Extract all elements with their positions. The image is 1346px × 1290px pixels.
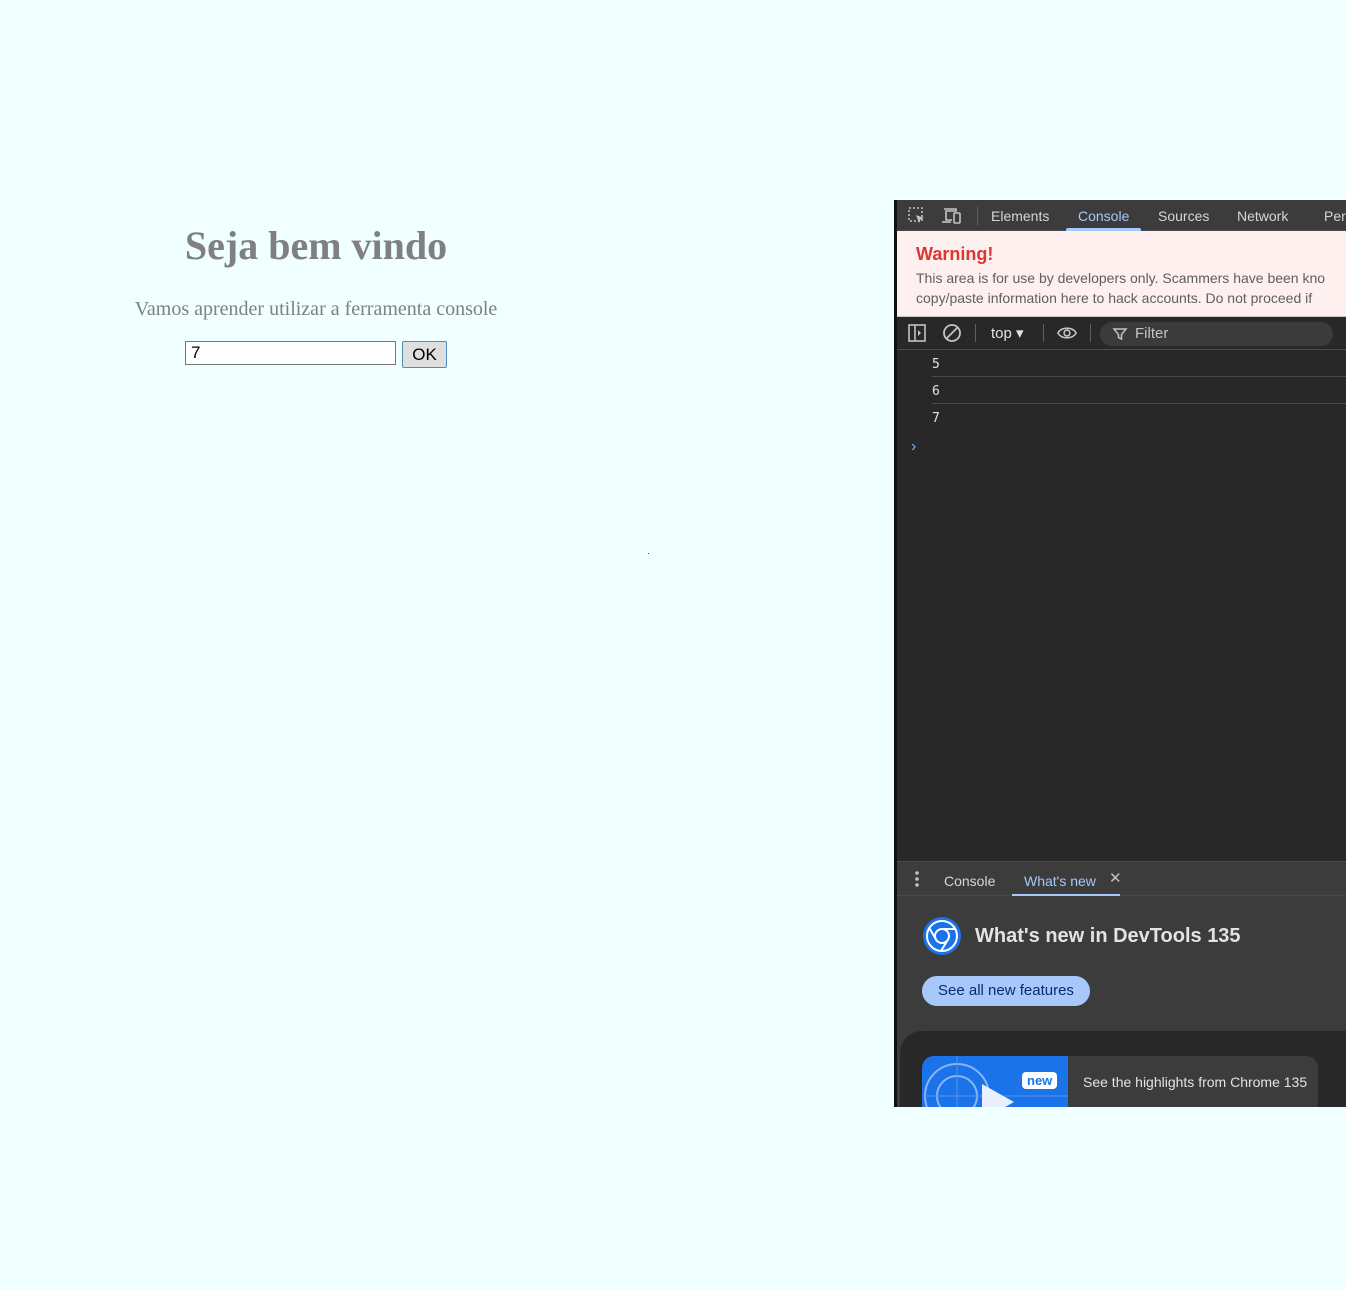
console-message-text: 6 [932,384,940,399]
devtools-tab-bar: Elements Console Sources Network Perf [897,200,1346,231]
close-icon[interactable]: ✕ [1109,871,1122,887]
highlights-text: See the highlights from Chrome 135 [1083,1074,1308,1090]
page-subtitle: Vamos aprender utilizar a ferramenta con… [134,298,498,320]
console-message-text: 5 [932,357,940,372]
highlights-card[interactable]: new See the highlights from Chrome 135 [922,1056,1318,1107]
see-all-features-button[interactable]: See all new features [922,976,1090,1006]
tab-performance[interactable]: Perf [1324,200,1346,231]
video-thumbnail: new [922,1056,1068,1107]
toolbar-separator [1043,324,1044,342]
console-output: 5 6 7 [897,350,1346,430]
drawer-tab-console[interactable]: Console [944,862,995,897]
kebab-menu-icon[interactable] [906,868,928,890]
number-input[interactable]: 7 [185,341,396,365]
drawer-tab-whats-new[interactable]: What's new [1012,862,1120,897]
console-message: 6 [932,377,1346,404]
tab-elements[interactable]: Elements [991,200,1049,231]
console-toolbar: top ▾ Filter [897,317,1346,350]
page-title: Seja bem vindo [184,223,448,268]
console-prompt[interactable]: › [911,438,916,456]
tab-separator [977,207,978,225]
filter-input[interactable]: Filter [1100,322,1333,346]
clear-console-icon[interactable] [941,322,963,344]
console-message-text: 7 [932,411,940,426]
toolbar-separator [975,324,976,342]
tab-network[interactable]: Network [1237,200,1288,231]
toolbar-separator [1090,324,1091,342]
highlights-panel: new See the highlights from Chrome 135 [900,1031,1346,1107]
console-message: 7 [932,404,1346,430]
new-badge: new [1022,1072,1058,1089]
ok-button[interactable]: OK [402,341,447,368]
devtools-panel: Elements Console Sources Network Perf Wa… [894,200,1346,1107]
console-message: 5 [932,350,1346,377]
drawer-tab-bar: Console What's new ✕ [897,861,1346,897]
cursor-dot [648,553,649,554]
warning-line-2: copy/paste information here to hack acco… [916,290,1313,306]
select-element-icon[interactable] [906,205,928,227]
chrome-devtools-icon [922,916,962,956]
context-selector[interactable]: top ▾ [991,324,1024,342]
warning-title: Warning! [916,244,994,264]
filter-placeholder: Filter [1135,325,1169,342]
tab-sources[interactable]: Sources [1158,200,1209,231]
whats-new-panel: What's new in DevTools 135 See all new f… [897,896,1346,1107]
device-toolbar-icon[interactable] [941,205,963,227]
self-xss-warning: Warning! This area is for use by develop… [897,231,1346,317]
tab-console[interactable]: Console [1065,200,1142,231]
sidebar-toggle-icon[interactable] [906,322,928,344]
whats-new-title: What's new in DevTools 135 [975,925,1241,947]
warning-line-1: This area is for use by developers only.… [916,270,1326,286]
eye-icon[interactable] [1056,322,1078,344]
filter-icon [1109,323,1131,345]
